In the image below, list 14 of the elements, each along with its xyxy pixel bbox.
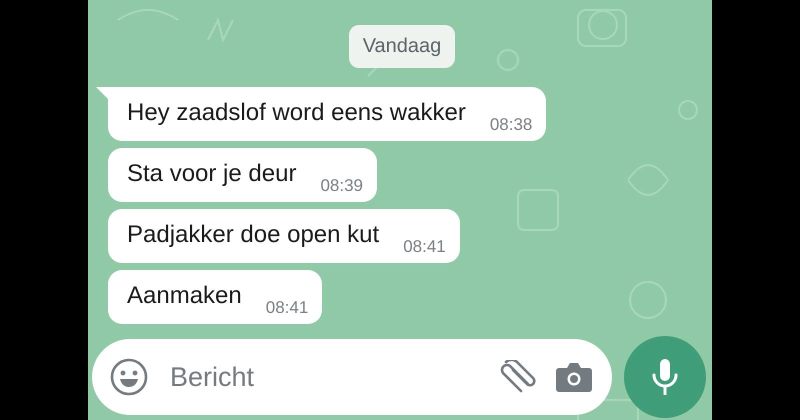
message-time: 08:41 (403, 237, 446, 257)
message-text: Padjakker doe open kut (127, 220, 380, 250)
emoji-icon[interactable] (110, 358, 148, 396)
message-time: 08:38 (490, 115, 532, 135)
camera-icon[interactable] (556, 362, 592, 392)
message-time: 08:39 (320, 176, 363, 196)
message-text: Hey zaadslof word eens wakker (127, 98, 466, 128)
message-text: Aanmaken (127, 281, 242, 311)
microphone-icon (652, 359, 678, 395)
message-time: 08:41 (266, 298, 308, 318)
paperclip-icon[interactable] (498, 360, 536, 394)
message-field[interactable]: Bericht (92, 339, 612, 415)
message-text: Sta voor je deur (127, 159, 296, 189)
date-label: Vandaag (348, 25, 456, 68)
